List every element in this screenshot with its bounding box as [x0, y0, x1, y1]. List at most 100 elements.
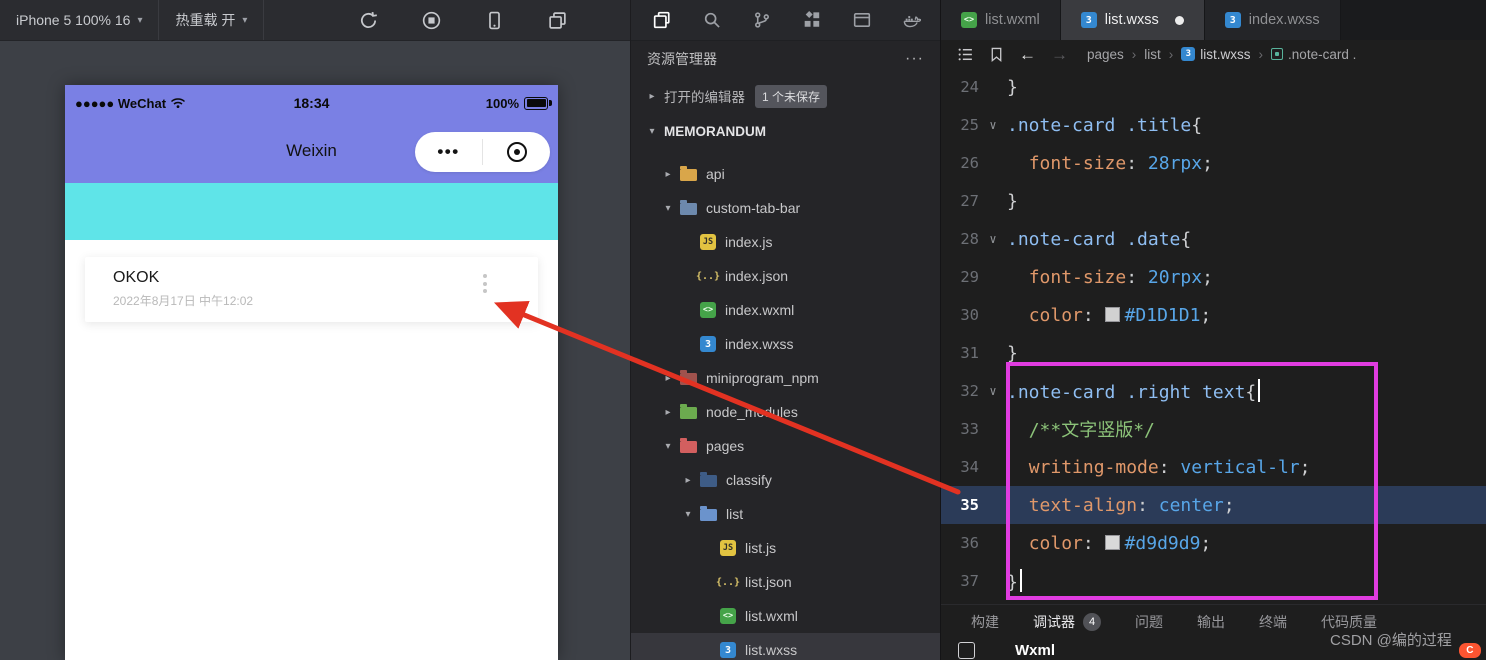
watermark-text: CSDN @编的过程 [1330, 632, 1452, 649]
code-line-25[interactable]: 25 ∨ .note-card .title{ [941, 106, 1486, 144]
stop-icon[interactable] [422, 11, 441, 30]
note-title: OKOK [113, 269, 160, 286]
editor-tab-list.wxss[interactable]: 3 list.wxss [1060, 0, 1205, 40]
docker-icon[interactable] [903, 11, 921, 29]
editor-region: <> list.wxml 3 list.wxss 3 index.wxss pages › l… [940, 0, 1486, 660]
code-line-35[interactable]: 35 text-align: center; [941, 486, 1486, 524]
code-line-34[interactable]: 34 writing-mode: vertical-lr; [941, 448, 1486, 486]
panel-tab-构建[interactable]: 构建 [971, 612, 999, 632]
copy-icon[interactable] [653, 11, 671, 29]
code-line-27[interactable]: 27} [941, 182, 1486, 220]
project-header[interactable]: MEMORANDUM [631, 115, 940, 147]
explorer-title: 资源管理器 [647, 51, 717, 67]
code-editor[interactable]: 24} 25 ∨ .note-card .title{26 font-size: 28… [941, 68, 1486, 600]
breadcrumb-separator: › [1168, 46, 1174, 62]
code-line-24[interactable]: 24} [941, 68, 1486, 106]
tree-item-custom-tab-bar[interactable]: ▾ custom-tab-bar [631, 191, 940, 225]
tree-item-list.wxss[interactable]: 3 list.wxss [631, 633, 940, 660]
fold-chevron-icon[interactable]: ∨ [979, 118, 1007, 132]
fold-chevron-icon[interactable]: ∨ [979, 384, 1007, 398]
editor-tab-index.wxss[interactable]: 3 index.wxss [1204, 0, 1341, 40]
code-line-28[interactable]: 28 ∨ .note-card .date{ [941, 220, 1486, 258]
code-text: /**文字竖版*/ [1028, 420, 1155, 441]
code-line-26[interactable]: 26 font-size: 28rpx; [941, 144, 1486, 182]
bookmark-icon[interactable] [989, 47, 1004, 62]
git-branch-icon[interactable] [753, 11, 771, 29]
folder-icon [680, 200, 697, 215]
code-line-29[interactable]: 29 font-size: 20rpx; [941, 258, 1486, 296]
hot-reload-selector[interactable]: 热重载 开 [159, 0, 263, 40]
open-editors-section[interactable]: 打开的编辑器 1 个未保存 [631, 77, 940, 115]
window-icon[interactable] [853, 11, 871, 29]
tree-item-list.js[interactable]: JS list.js [631, 531, 940, 565]
inspect-icon[interactable] [958, 642, 975, 659]
back-arrow-icon[interactable] [1019, 46, 1036, 63]
editor-tab-list.wxml[interactable]: <> list.wxml [941, 0, 1061, 40]
js-file-icon: JS [720, 540, 736, 556]
phone-icon[interactable] [485, 11, 504, 30]
file-name: custom-tab-bar [706, 200, 801, 216]
folder-icon [680, 370, 697, 385]
file-name: list [726, 506, 744, 522]
file-name: list.json [745, 574, 792, 590]
tree-item-pages[interactable]: ▾ pages [631, 429, 940, 463]
tree-item-index.wxss[interactable]: 3 index.wxss [631, 327, 940, 361]
file-name: index.wxss [725, 336, 794, 352]
refresh-icon[interactable] [359, 11, 378, 30]
device-selector[interactable]: iPhone 5 100% 16 [0, 0, 158, 40]
extensions-icon[interactable] [803, 11, 821, 29]
fold-chevron-icon[interactable]: ∨ [979, 232, 1007, 246]
breadcrumb-item[interactable]: pages [1087, 47, 1124, 62]
code-line-37[interactable]: 37} [941, 562, 1486, 600]
breadcrumb-item[interactable]: 3 list.wxss [1181, 47, 1251, 62]
cyan-banner [65, 183, 558, 240]
folder-icon [680, 438, 697, 453]
breadcrumb-separator: › [1131, 46, 1137, 62]
search-icon[interactable] [703, 11, 721, 29]
tree-item-classify[interactable]: ▸ classify [631, 463, 940, 497]
tree-item-index.wxml[interactable]: <> index.wxml [631, 293, 940, 327]
panel-tab-终端[interactable]: 终端 [1259, 612, 1287, 632]
more-button[interactable]: ••• [415, 142, 482, 162]
code-text: color: #D1D1D1; [1028, 304, 1212, 326]
exit-button[interactable] [483, 142, 550, 162]
panel-tab-输出[interactable]: 输出 [1197, 612, 1225, 632]
tree-item-miniprogram_npm[interactable]: ▸ miniprogram_npm [631, 361, 940, 395]
forward-arrow-icon[interactable] [1051, 46, 1068, 63]
note-card[interactable]: OKOK 2022年8月17日 中午12:02 [85, 257, 538, 322]
chevron-right-icon [645, 91, 659, 102]
line-number: 30 [960, 306, 979, 324]
panel-tab-问题[interactable]: 问题 [1135, 612, 1163, 632]
wxml-file-icon: <> [700, 302, 716, 318]
file-name: classify [726, 472, 772, 488]
chevron-down-icon [137, 15, 142, 26]
debugger-tab-wxml[interactable]: Wxml [1015, 642, 1055, 659]
more-actions-icon[interactable]: ··· [905, 50, 924, 68]
panel-tab-调试器[interactable]: 调试器 4 [1033, 612, 1101, 632]
tree-item-list.wxml[interactable]: <> list.wxml [631, 599, 940, 633]
code-text: font-size: 20rpx; [1028, 266, 1213, 288]
tree-item-index.json[interactable]: {..} index.json [631, 259, 940, 293]
code-text: writing-mode: vertical-lr; [1028, 456, 1311, 478]
file-name: index.json [725, 268, 789, 284]
tree-item-node_modules[interactable]: ▸ node_modules [631, 395, 940, 429]
tree-item-index.js[interactable]: JS index.js [631, 225, 940, 259]
file-name: list.wxss [745, 642, 798, 658]
code-line-31[interactable]: 31} [941, 334, 1486, 372]
tree-item-api[interactable]: ▸ api [631, 157, 940, 191]
tree-item-list[interactable]: ▾ list [631, 497, 940, 531]
line-number: 27 [960, 192, 979, 210]
code-line-33[interactable]: 33 /**文字竖版*/ [941, 410, 1486, 448]
line-number: 37 [960, 572, 979, 590]
file-name: miniprogram_npm [706, 370, 819, 386]
tree-item-list.json[interactable]: {..} list.json [631, 565, 940, 599]
code-line-36[interactable]: 36 color: #d9d9d9; [941, 524, 1486, 562]
outline-icon[interactable] [957, 46, 974, 63]
code-line-30[interactable]: 30 color: #D1D1D1; [941, 296, 1486, 334]
more-dots-icon[interactable] [479, 270, 491, 297]
breadcrumb-item[interactable]: list [1144, 47, 1161, 62]
windows-icon[interactable] [548, 11, 567, 30]
color-swatch [1104, 306, 1120, 322]
code-line-32[interactable]: 32 ∨ .note-card .right text{ [941, 372, 1486, 410]
breadcrumb-item[interactable]: .note-card . [1271, 47, 1356, 62]
